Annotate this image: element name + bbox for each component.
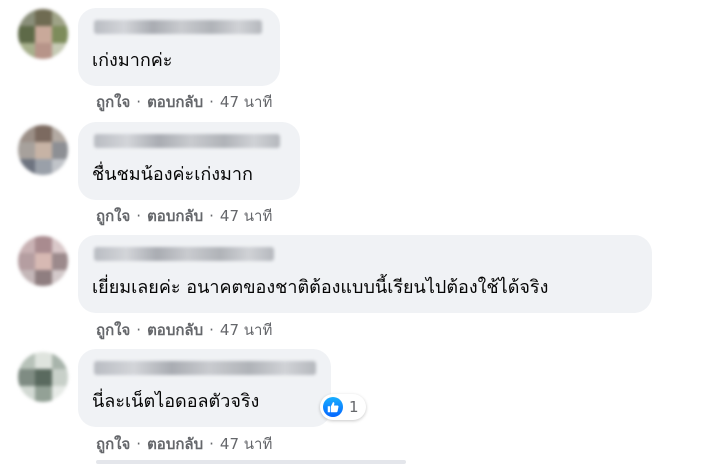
like-link[interactable]: ถูกใจ	[96, 321, 130, 339]
thumbs-up-icon	[323, 397, 343, 417]
separator: ·	[209, 93, 214, 111]
reaction-count: 1	[349, 398, 359, 416]
separator: ·	[136, 321, 142, 339]
commenter-name-redacted[interactable]	[94, 134, 280, 148]
like-link[interactable]: ถูกใจ	[96, 207, 130, 225]
next-comment-edge	[96, 460, 406, 464]
reply-link[interactable]: ตอบกลับ	[147, 435, 203, 453]
reply-link[interactable]: ตอบกลับ	[147, 93, 203, 111]
avatar[interactable]	[18, 236, 68, 286]
reply-link[interactable]: ตอบกลับ	[147, 321, 203, 339]
comment-text: เก่งมากค่ะ	[92, 50, 173, 71]
comment-bubble: นี่ละเน็ตไอดอลตัวจริง	[78, 349, 331, 427]
timestamp[interactable]: 47 นาที	[220, 321, 272, 339]
separator: ·	[136, 93, 142, 111]
like-link[interactable]: ถูกใจ	[96, 93, 130, 111]
separator: ·	[209, 321, 214, 339]
separator: ·	[209, 207, 214, 225]
reaction-badge[interactable]: 1	[320, 394, 366, 420]
comment-text: ชื่นชมน้องค่ะเก่งมาก	[92, 164, 253, 185]
comment-text: เยี่ยมเลยค่ะ อนาคตของชาติต้องแบบนี้เรียน…	[92, 277, 549, 298]
timestamp[interactable]: 47 นาที	[220, 93, 272, 111]
commenter-name-redacted[interactable]	[94, 361, 316, 375]
comment-bubble: เก่งมากค่ะ	[78, 8, 280, 86]
comment-actions: ถูกใจ · ตอบกลับ · 47 นาที	[96, 320, 272, 340]
reply-link[interactable]: ตอบกลับ	[147, 207, 203, 225]
comment-actions: ถูกใจ · ตอบกลับ · 47 นาที	[96, 434, 272, 454]
avatar[interactable]	[18, 125, 68, 175]
timestamp[interactable]: 47 นาที	[220, 435, 272, 453]
avatar[interactable]	[18, 9, 68, 59]
timestamp[interactable]: 47 นาที	[220, 207, 272, 225]
comment-actions: ถูกใจ · ตอบกลับ · 47 นาที	[96, 92, 272, 112]
separator: ·	[136, 435, 142, 453]
separator: ·	[209, 435, 214, 453]
avatar[interactable]	[18, 352, 68, 402]
like-link[interactable]: ถูกใจ	[96, 435, 130, 453]
commenter-name-redacted[interactable]	[94, 247, 274, 261]
comment-actions: ถูกใจ · ตอบกลับ · 47 นาที	[96, 206, 272, 226]
separator: ·	[136, 207, 142, 225]
commenter-name-redacted[interactable]	[94, 20, 262, 34]
comment-bubble: เยี่ยมเลยค่ะ อนาคตของชาติต้องแบบนี้เรียน…	[78, 235, 652, 313]
comment-bubble: ชื่นชมน้องค่ะเก่งมาก	[78, 122, 300, 200]
comment-text: นี่ละเน็ตไอดอลตัวจริง	[92, 391, 260, 412]
